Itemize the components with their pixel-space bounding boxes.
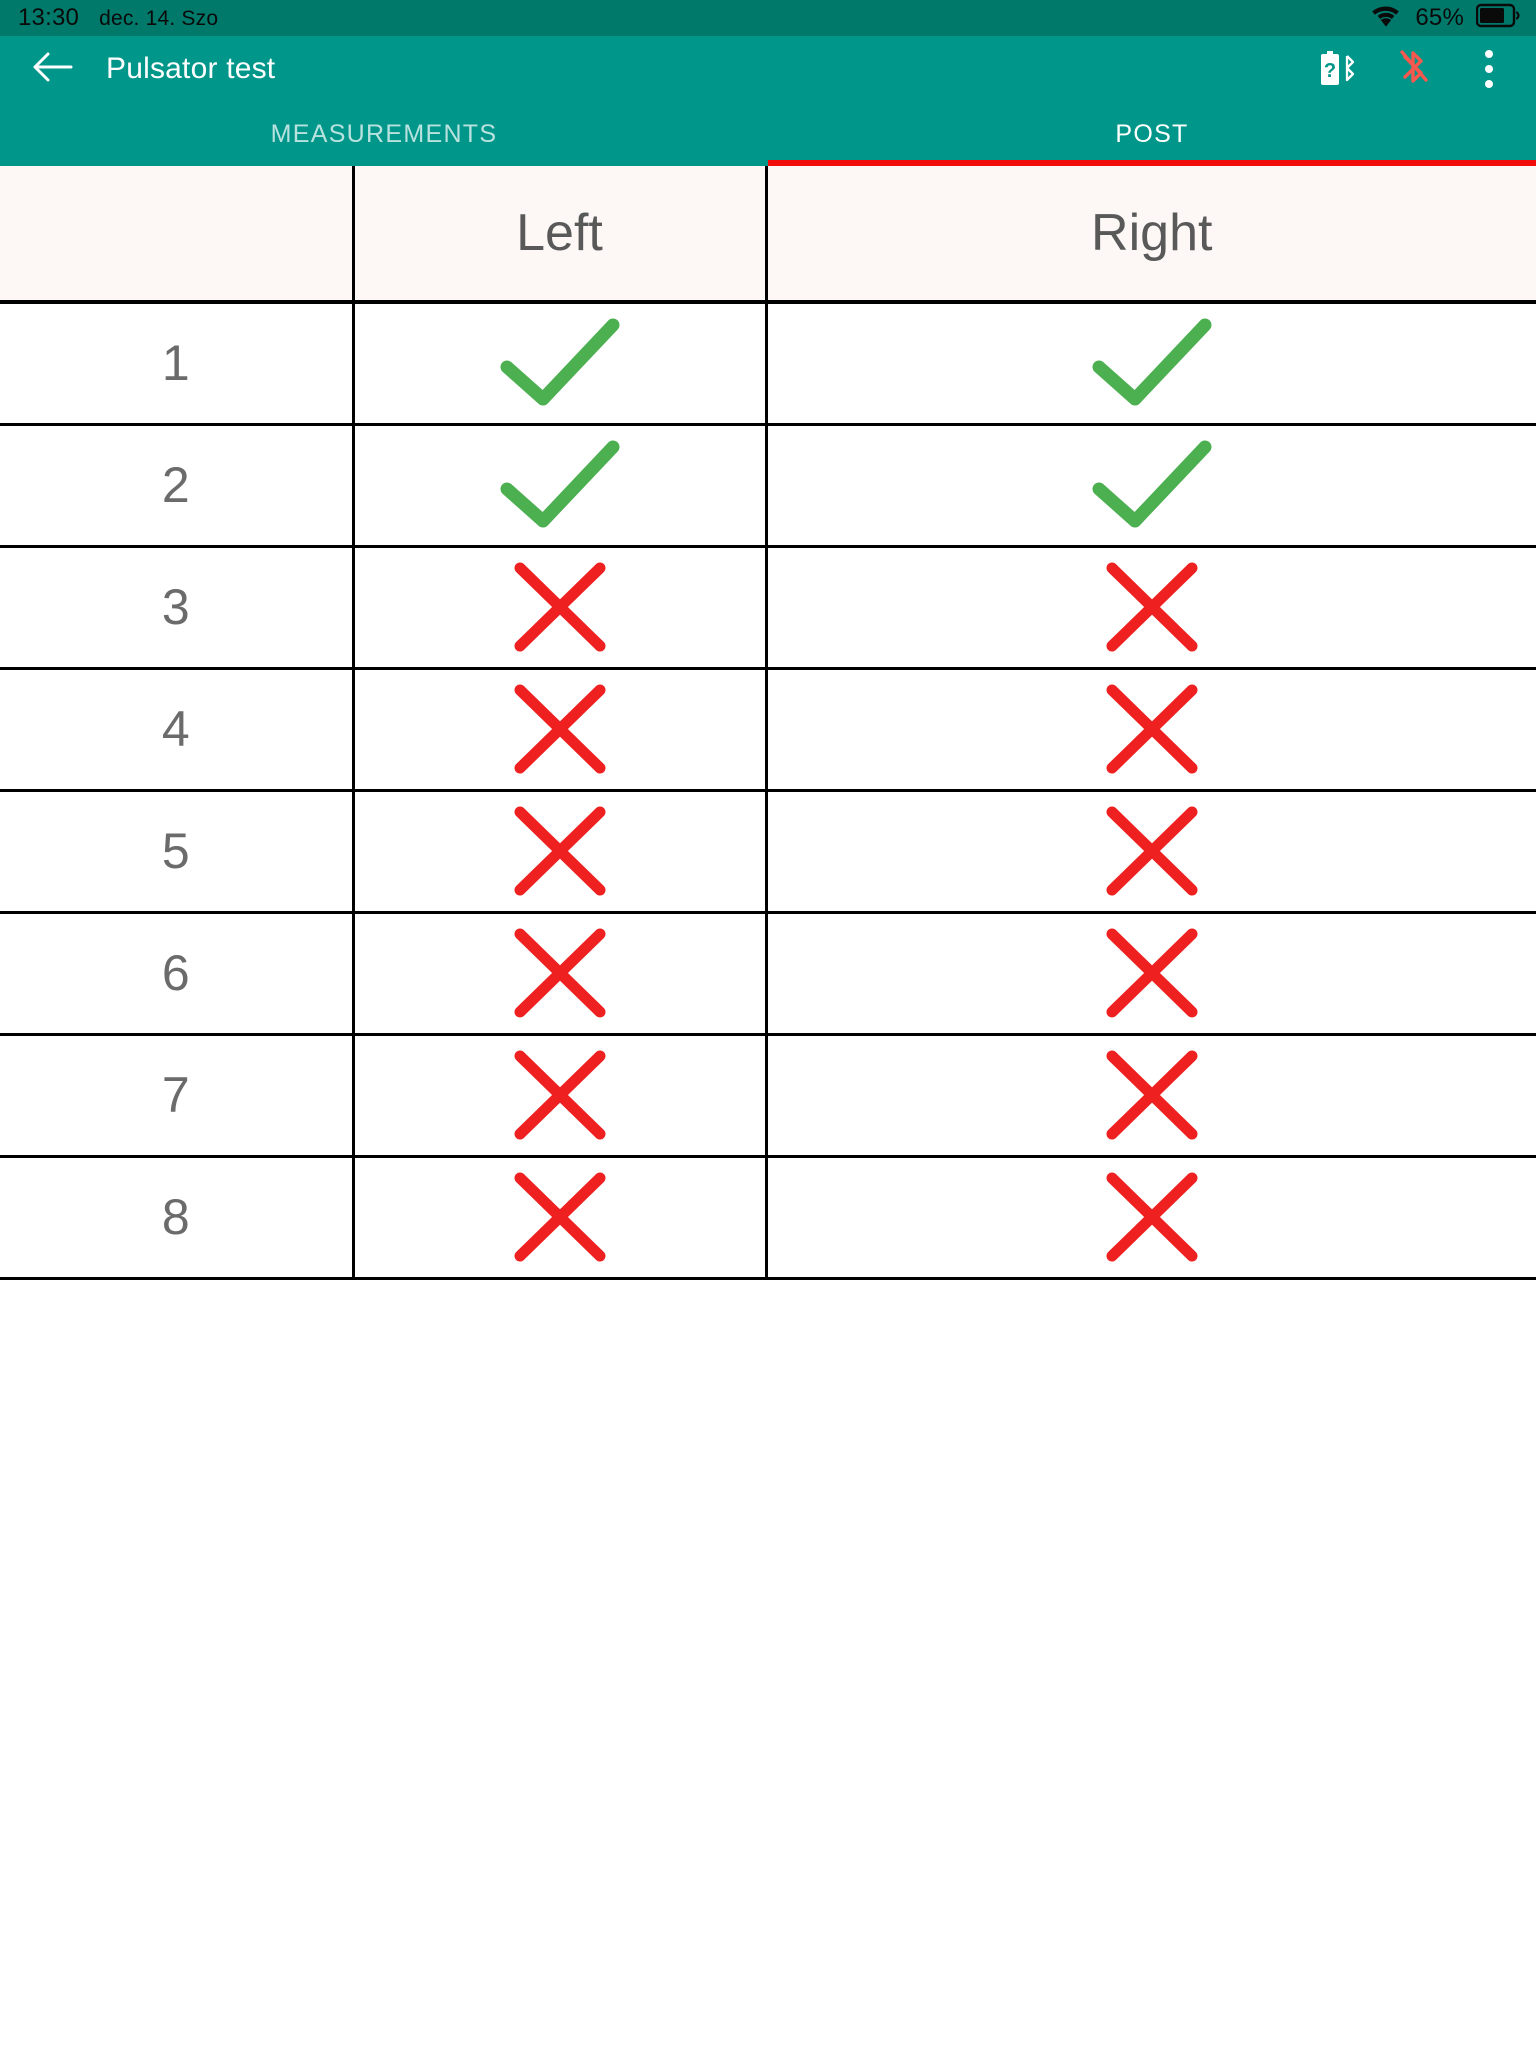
cross-icon <box>1100 924 1204 1022</box>
row-right-cell[interactable] <box>766 302 1536 426</box>
table-header-left: Left <box>353 166 768 304</box>
cross-icon <box>508 1168 612 1266</box>
results-table-container: Left Right 1 2 3 4 5 6 7 8 <box>0 166 1536 2048</box>
tab-post[interactable]: POST <box>768 102 1536 166</box>
cross-icon <box>1100 802 1204 900</box>
results-table: Left Right 1 2 3 4 5 6 7 8 <box>0 166 1536 1280</box>
row-left-cell[interactable] <box>353 1034 768 1158</box>
row-right-cell[interactable] <box>766 912 1536 1036</box>
cross-icon <box>1100 1046 1204 1144</box>
cross-icon <box>508 1046 612 1144</box>
bluetooth-disabled-button[interactable] <box>1388 44 1438 94</box>
status-bar-right: 65% <box>1369 2 1522 34</box>
check-icon <box>1089 315 1215 411</box>
table-header-index <box>0 166 355 304</box>
status-bar: 13:30 dec. 14. Szo 65% <box>0 0 1536 36</box>
table-body: 1 2 3 4 5 6 7 8 <box>0 302 1536 1280</box>
row-index-label: 2 <box>161 457 190 513</box>
status-date: dec. 14. Szo <box>99 7 219 30</box>
row-left-cell[interactable] <box>353 1156 768 1280</box>
table-header-row: Left Right <box>0 166 1536 304</box>
status-bar-left: 13:30 dec. 14. Szo <box>18 4 218 32</box>
row-right-cell[interactable] <box>766 790 1536 914</box>
row-left-cell[interactable] <box>353 546 768 670</box>
cross-icon <box>508 924 612 1022</box>
tab-active-indicator <box>768 160 1536 166</box>
page-title: Pulsator test <box>106 52 276 85</box>
row-left-cell[interactable] <box>353 424 768 548</box>
table-row[interactable]: 7 <box>0 1034 1536 1158</box>
table-row[interactable]: 5 <box>0 790 1536 914</box>
table-header-left-label: Left <box>516 204 603 262</box>
check-icon <box>497 315 623 411</box>
check-icon <box>1089 437 1215 533</box>
row-index-cell: 5 <box>0 790 355 914</box>
row-index-label: 7 <box>161 1067 190 1123</box>
row-index-cell: 7 <box>0 1034 355 1158</box>
check-icon <box>497 437 623 533</box>
row-left-cell[interactable] <box>353 790 768 914</box>
row-right-cell[interactable] <box>766 424 1536 548</box>
battery-percent-label: 65% <box>1415 4 1464 31</box>
tab-bar: MEASUREMENTS POST <box>0 102 1536 166</box>
table-row[interactable]: 6 <box>0 912 1536 1036</box>
cross-icon <box>1100 1168 1204 1266</box>
row-index-label: 6 <box>161 945 190 1001</box>
row-index-label: 3 <box>161 579 190 635</box>
row-index-cell: 4 <box>0 668 355 792</box>
cross-icon <box>508 558 612 656</box>
row-left-cell[interactable] <box>353 302 768 426</box>
tab-post-label: POST <box>1115 119 1189 148</box>
overflow-menu-icon <box>1485 50 1493 88</box>
row-left-cell[interactable] <box>353 668 768 792</box>
row-index-label: 8 <box>161 1189 190 1245</box>
svg-text:?: ? <box>1324 60 1336 82</box>
table-row[interactable]: 8 <box>0 1156 1536 1280</box>
app-bar: Pulsator test ? <box>0 36 1536 102</box>
app-bar-actions: ? <box>1312 44 1514 94</box>
row-index-cell: 1 <box>0 302 355 426</box>
table-header-right-label: Right <box>1091 204 1213 262</box>
battery-unknown-bluetooth-icon: ? <box>1314 46 1360 93</box>
table-row[interactable]: 4 <box>0 668 1536 792</box>
table-row[interactable]: 3 <box>0 546 1536 670</box>
cross-icon <box>508 680 612 778</box>
row-index-label: 4 <box>161 701 190 757</box>
cross-icon <box>508 802 612 900</box>
row-index-label: 1 <box>161 335 190 392</box>
table-row[interactable]: 2 <box>0 424 1536 548</box>
battery-unknown-bluetooth-button[interactable]: ? <box>1312 44 1362 94</box>
tab-measurements[interactable]: MEASUREMENTS <box>0 102 768 166</box>
wifi-icon <box>1369 2 1403 34</box>
back-button[interactable] <box>24 41 80 97</box>
row-index-label: 5 <box>161 823 190 879</box>
table-head: Left Right <box>0 166 1536 304</box>
back-arrow-icon <box>31 49 73 90</box>
row-index-cell: 2 <box>0 424 355 548</box>
row-index-cell: 6 <box>0 912 355 1036</box>
row-index-cell: 3 <box>0 546 355 670</box>
table-header-right: Right <box>766 166 1536 304</box>
tab-measurements-label: MEASUREMENTS <box>270 119 498 148</box>
row-right-cell[interactable] <box>766 668 1536 792</box>
row-right-cell[interactable] <box>766 1034 1536 1158</box>
table-row[interactable]: 1 <box>0 302 1536 426</box>
row-left-cell[interactable] <box>353 912 768 1036</box>
cross-icon <box>1100 680 1204 778</box>
overflow-menu-button[interactable] <box>1464 44 1514 94</box>
row-index-cell: 8 <box>0 1156 355 1280</box>
row-right-cell[interactable] <box>766 1156 1536 1280</box>
table-empty-area <box>0 1279 1536 2048</box>
row-right-cell[interactable] <box>766 546 1536 670</box>
cross-icon <box>1100 558 1204 656</box>
battery-icon <box>1475 3 1522 34</box>
status-time: 13:30 <box>18 4 80 31</box>
bluetooth-disabled-icon <box>1391 43 1435 96</box>
